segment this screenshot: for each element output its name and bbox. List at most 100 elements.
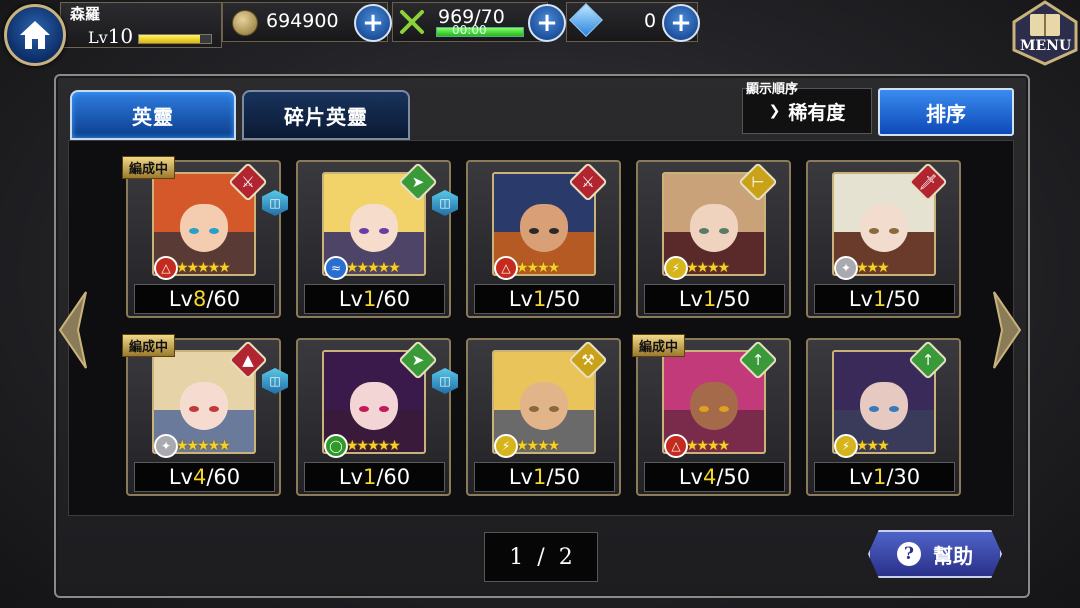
sort-button[interactable]: 排序 — [878, 88, 1014, 136]
in-party-tag: 編成中 — [122, 334, 176, 357]
lightning-icon: ⚡ — [834, 434, 858, 458]
hero-eye — [379, 406, 390, 412]
hero-eye — [719, 228, 730, 234]
rarity-stars: ★★★ — [856, 260, 890, 276]
level-value: 10 — [107, 24, 134, 48]
hero-face — [690, 204, 738, 252]
stamina-timer: 00:00 — [452, 23, 487, 37]
tab-label: 碎片英靈 — [284, 104, 368, 129]
hero-card[interactable]: ⚔ △ ★★★★ Lv 1/50 — [466, 160, 621, 318]
hero-max-level: /30 — [886, 465, 921, 489]
fire-icon: △ — [154, 256, 178, 280]
tab-heroes[interactable]: 英靈 — [70, 90, 236, 140]
help-label: 幫助 — [933, 543, 973, 568]
hero-face — [350, 204, 398, 252]
lightning-icon: ⚡ — [664, 256, 688, 280]
hero-face — [860, 382, 908, 430]
rarity-stars: ★★★★★ — [346, 260, 401, 276]
hero-level: Lv 1/50 — [644, 284, 785, 314]
rarity-stars: ★★★ — [856, 438, 890, 454]
prev-page-button[interactable] — [56, 288, 92, 372]
sort-button-label: 排序 — [926, 101, 966, 126]
level-prefix: Lv — [848, 287, 873, 311]
wind-icon: ◯ — [324, 434, 348, 458]
dagger-icon: ↑ — [921, 351, 935, 369]
question-icon: ? — [897, 542, 921, 566]
hero-max-level: /60 — [206, 287, 241, 311]
rarity-stars: ★★★★★ — [176, 438, 231, 454]
hero-face — [520, 382, 568, 430]
level-prefix: Lv — [88, 28, 108, 47]
add-coins-button[interactable]: + — [354, 4, 392, 42]
rarity-stars: ★★★★ — [686, 260, 730, 276]
tab-hero-fragments[interactable]: 碎片英靈 — [242, 90, 410, 140]
hero-current-level: 4 — [192, 465, 207, 489]
bow-icon: ➤ — [411, 351, 425, 369]
chevron-left-icon — [58, 291, 87, 369]
hero-face — [520, 204, 568, 252]
hero-card[interactable]: ↑ △ ★★★★ Lv 4/50 編成中 — [632, 334, 791, 496]
hero-eye — [868, 228, 879, 234]
plus-icon: + — [536, 8, 558, 38]
hero-eye — [549, 406, 560, 412]
hero-card[interactable]: ▲ ◫ ✦ ★★★★★ Lv 4/60 編成中 — [122, 334, 288, 496]
plus-icon: + — [362, 8, 384, 38]
hero-level: Lv 1/60 — [304, 462, 445, 492]
crossed-swords-icon: ⚔ — [581, 173, 595, 191]
hero-face — [690, 382, 738, 430]
wrench-icon: ⚒ — [581, 351, 595, 369]
hero-eye — [868, 406, 879, 412]
add-stamina-button[interactable]: + — [528, 4, 566, 42]
hero-current-level: 4 — [702, 465, 717, 489]
hero-level: Lv 4/60 — [134, 462, 275, 492]
hero-level: Lv 1/50 — [474, 284, 615, 314]
hero-eye — [528, 406, 539, 412]
menu-button[interactable]: MENU — [1010, 0, 1080, 66]
next-page-button[interactable] — [988, 288, 1024, 372]
level-prefix: Lv — [168, 287, 193, 311]
page-indicator: 1 / 2 — [484, 532, 598, 582]
hero-max-level: /60 — [376, 465, 411, 489]
coin-icon — [232, 10, 258, 36]
hero-current-level: 1 — [362, 465, 377, 489]
rarity-stars: ★★★★★ — [176, 260, 231, 276]
hero-eye — [889, 406, 900, 412]
level-prefix: Lv — [338, 287, 363, 311]
in-party-tag: 編成中 — [122, 156, 176, 179]
add-gems-button[interactable]: + — [662, 4, 700, 42]
hero-max-level: /50 — [716, 465, 751, 489]
hero-eye — [698, 228, 709, 234]
hero-card[interactable]: 🗡 ✦ ★★★ Lv 1/50 — [806, 160, 961, 318]
level-prefix: Lv — [678, 465, 703, 489]
total-pages: 2 — [558, 544, 573, 570]
hero-card[interactable]: ↑ ⚡ ★★★ Lv 1/30 — [806, 338, 961, 496]
gun-icon: ⊢ — [751, 173, 765, 191]
hero-face — [180, 204, 228, 252]
hero-face — [350, 382, 398, 430]
hero-card[interactable]: ➤ ◫ ≈ ★★★★★ Lv 1/60 — [296, 160, 458, 318]
hero-level: Lv 8/60 — [134, 284, 275, 314]
hero-current-level: 8 — [192, 287, 207, 311]
hero-eye — [209, 406, 220, 412]
hero-eye — [188, 406, 199, 412]
hero-eye — [358, 406, 369, 412]
exp-bar-fill — [139, 35, 201, 43]
hero-eye — [698, 406, 709, 412]
home-button[interactable] — [4, 4, 66, 66]
crossed-swords-icon — [400, 10, 424, 34]
rarity-stars: ★★★★★ — [346, 438, 401, 454]
hero-card[interactable]: ⚔ ◫ △ ★★★★★ Lv 8/60 編成中 — [122, 156, 288, 318]
hero-card[interactable]: ⚒ ⚡ ★★★★ Lv 1/50 — [466, 338, 621, 496]
tab-label: 英靈 — [132, 104, 174, 129]
dagger-icon: ↑ — [751, 351, 765, 369]
hero-card[interactable]: ➤ ◫ ◯ ★★★★★ Lv 1/60 — [296, 338, 458, 496]
menu-book-icon — [1012, 0, 1078, 66]
hero-level: Lv 1/50 — [474, 462, 615, 492]
hero-level: Lv 1/30 — [814, 462, 955, 492]
hero-level: Lv 1/50 — [814, 284, 955, 314]
hero-current-level: 1 — [532, 287, 547, 311]
hero-card[interactable]: ⊢ ⚡ ★★★★ Lv 1/50 — [636, 160, 791, 318]
help-button[interactable]: ? 幫助 — [868, 530, 1002, 578]
hero-max-level: /60 — [376, 287, 411, 311]
rarity-stars: ★★★★ — [686, 438, 730, 454]
